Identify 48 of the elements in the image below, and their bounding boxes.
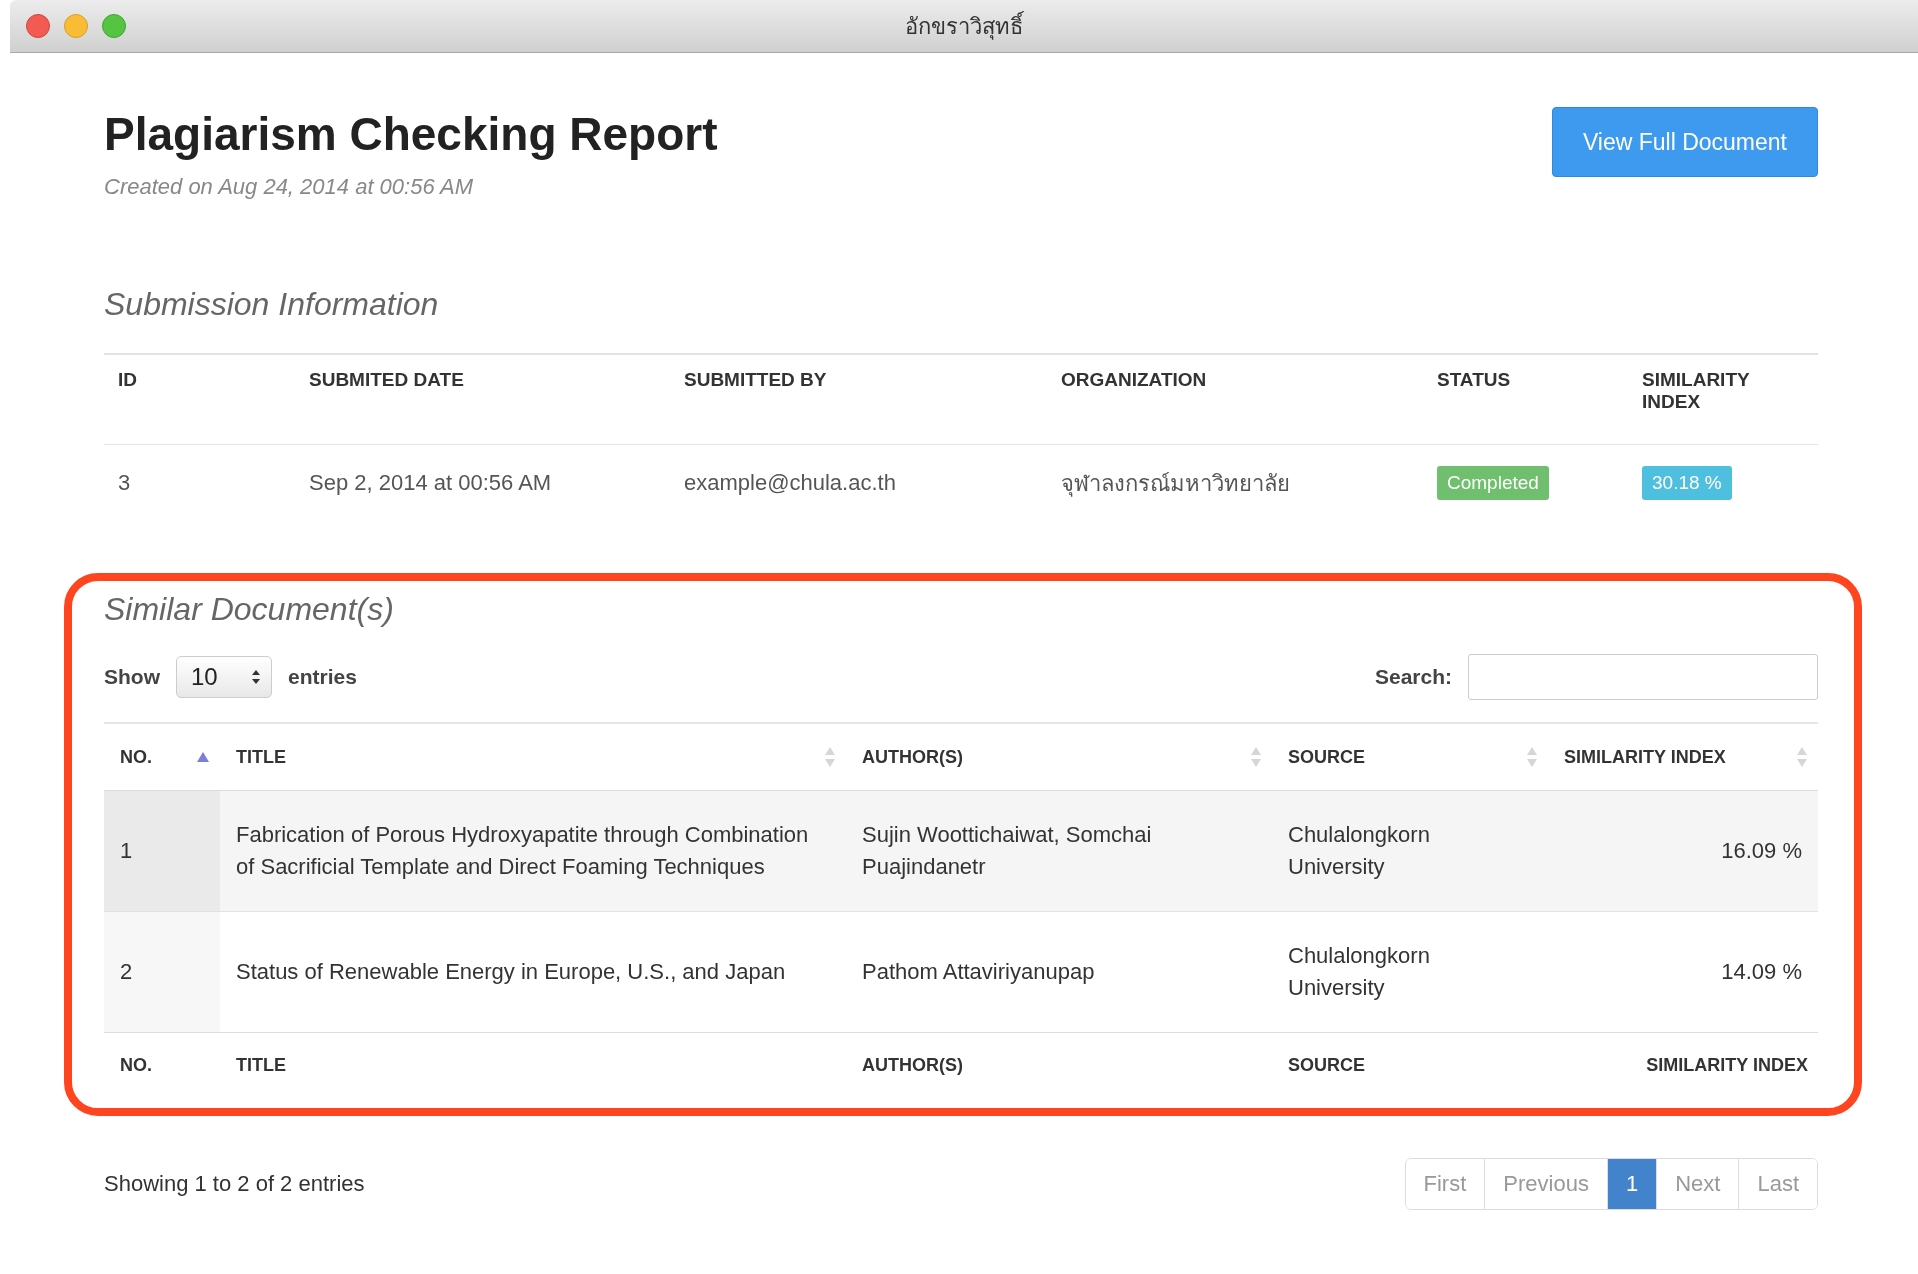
column-header[interactable]: TITLE (220, 724, 846, 791)
column-footer: SIMILARITY INDEX (1646, 1054, 1808, 1075)
column-header[interactable]: SIMILARITY INDEX (1548, 724, 1818, 791)
table-cell: Chulalongkorn University (1288, 822, 1430, 880)
page-size-select[interactable]: 10 (176, 656, 272, 699)
column-header: ID (118, 369, 137, 391)
table-cell: Status of Renewable Energy in Europe, U.S., and Japan (236, 958, 786, 984)
column-header: ORGANIZATION (1061, 369, 1207, 391)
status-badge: Completed (1437, 466, 1549, 501)
section-heading: Submission Information (104, 286, 440, 324)
created-date: Created on Aug 24, 2014 at 00:56 AM (104, 174, 474, 201)
search-label: Search: (1374, 665, 1452, 690)
column-header: SIMILARITY INDEX (1642, 369, 1750, 413)
table-cell: 1 (120, 838, 133, 864)
column-header: SUBMITTED BY (684, 369, 827, 391)
column-footer: TITLE (236, 1054, 286, 1075)
close-button[interactable] (26, 14, 50, 38)
table-cell: Chulalongkorn University (1288, 942, 1430, 1000)
column-header: STATUS (1437, 369, 1511, 391)
entries-label: entries (288, 665, 357, 690)
table-cell: Sujin Woottichaiwat, Somchai Puajindanetr (862, 822, 1152, 880)
table-cell-text: จุฬาลงกรณ์มหาวิทยาลัย (1061, 469, 1290, 499)
table-cell: 16.09 % (1721, 838, 1802, 864)
section-heading: Similar Document(s) (104, 591, 395, 629)
show-label: Show (104, 665, 160, 690)
table-cell: 3 (118, 470, 131, 497)
table-cell: 2 (120, 958, 133, 984)
minimize-button[interactable] (64, 14, 88, 38)
table-cell: 14.09 % (1721, 958, 1802, 984)
column-header[interactable]: AUTHOR(S) (846, 724, 1272, 791)
window-title: อักขราวิสุทธิ์ (905, 10, 1023, 42)
search-field[interactable] (1468, 654, 1818, 701)
column-footer: AUTHOR(S) (862, 1054, 963, 1075)
page-button[interactable]: 1 (1606, 1158, 1657, 1209)
column-footer: SOURCE (1288, 1054, 1365, 1075)
table-cell: example@chula.ac.th (684, 470, 896, 497)
similarity-badge: 30.18 % (1642, 466, 1732, 501)
entries-info: Showing 1 to 2 of 2 entries (104, 1170, 365, 1197)
up-down-arrows-icon (251, 669, 261, 686)
column-header: SUBMITED DATE (309, 369, 464, 391)
column-header[interactable]: NO. (104, 724, 220, 791)
report-title: Plagiarism Checking Report (104, 107, 718, 162)
column-header[interactable]: SOURCE (1272, 724, 1548, 791)
table-cell: Fabrication of Porous Hydroxyapatite through Combination of Sacrificial Template and Direct Foaming Techniques (236, 822, 809, 880)
table-cell: Pathom Attaviriyanupap (862, 958, 1095, 984)
table-cell: Sep 2, 2014 at 00:56 AM (309, 470, 552, 497)
column-footer: NO. (120, 1054, 152, 1075)
zoom-button[interactable] (102, 14, 126, 38)
